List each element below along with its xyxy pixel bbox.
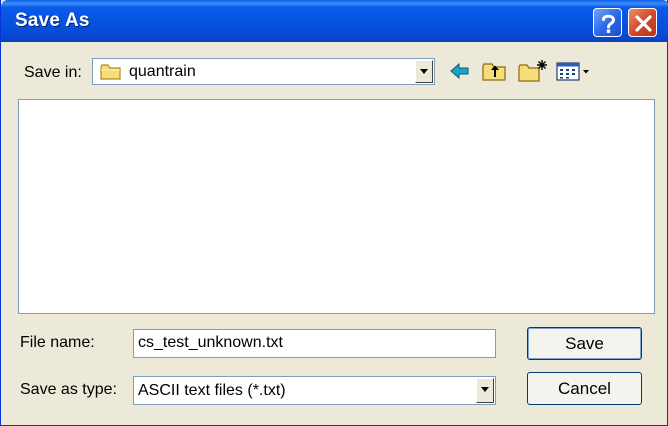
save-as-type-dropdown-arrow[interactable]: [476, 378, 494, 403]
file-list[interactable]: [18, 99, 655, 314]
file-name-label: File name:: [20, 334, 95, 351]
save-button[interactable]: Save: [527, 327, 642, 360]
up-folder-icon[interactable]: [481, 58, 509, 84]
file-name-value: cs_test_unknown.txt: [138, 334, 283, 351]
back-arrow-icon[interactable]: [448, 58, 472, 84]
folder-icon: [100, 64, 121, 80]
file-name-input[interactable]: cs_test_unknown.txt: [133, 329, 496, 358]
close-button[interactable]: [628, 8, 657, 37]
view-menu-icon[interactable]: [555, 58, 593, 84]
save-in-dropdown-arrow[interactable]: [415, 60, 433, 83]
save-as-type-label: Save as type:: [20, 381, 117, 398]
title-bar[interactable]: Save As: [1, 0, 668, 42]
new-folder-icon[interactable]: [517, 58, 549, 84]
save-in-dropdown[interactable]: quantrain: [92, 58, 435, 85]
save-as-type-dropdown[interactable]: ASCII text files (*.txt): [133, 376, 496, 405]
cancel-button[interactable]: Cancel: [527, 372, 642, 405]
help-button[interactable]: [593, 8, 622, 37]
dialog-title: Save As: [15, 10, 90, 31]
save-in-value: quantrain: [129, 63, 196, 80]
help-icon: [602, 14, 616, 33]
close-icon: [635, 15, 652, 32]
save-as-type-value: ASCII text files (*.txt): [138, 382, 286, 399]
save-as-dialog: Save As Save in: quantrain File name: cs…: [0, 0, 668, 426]
save-in-label: Save in:: [24, 64, 82, 81]
